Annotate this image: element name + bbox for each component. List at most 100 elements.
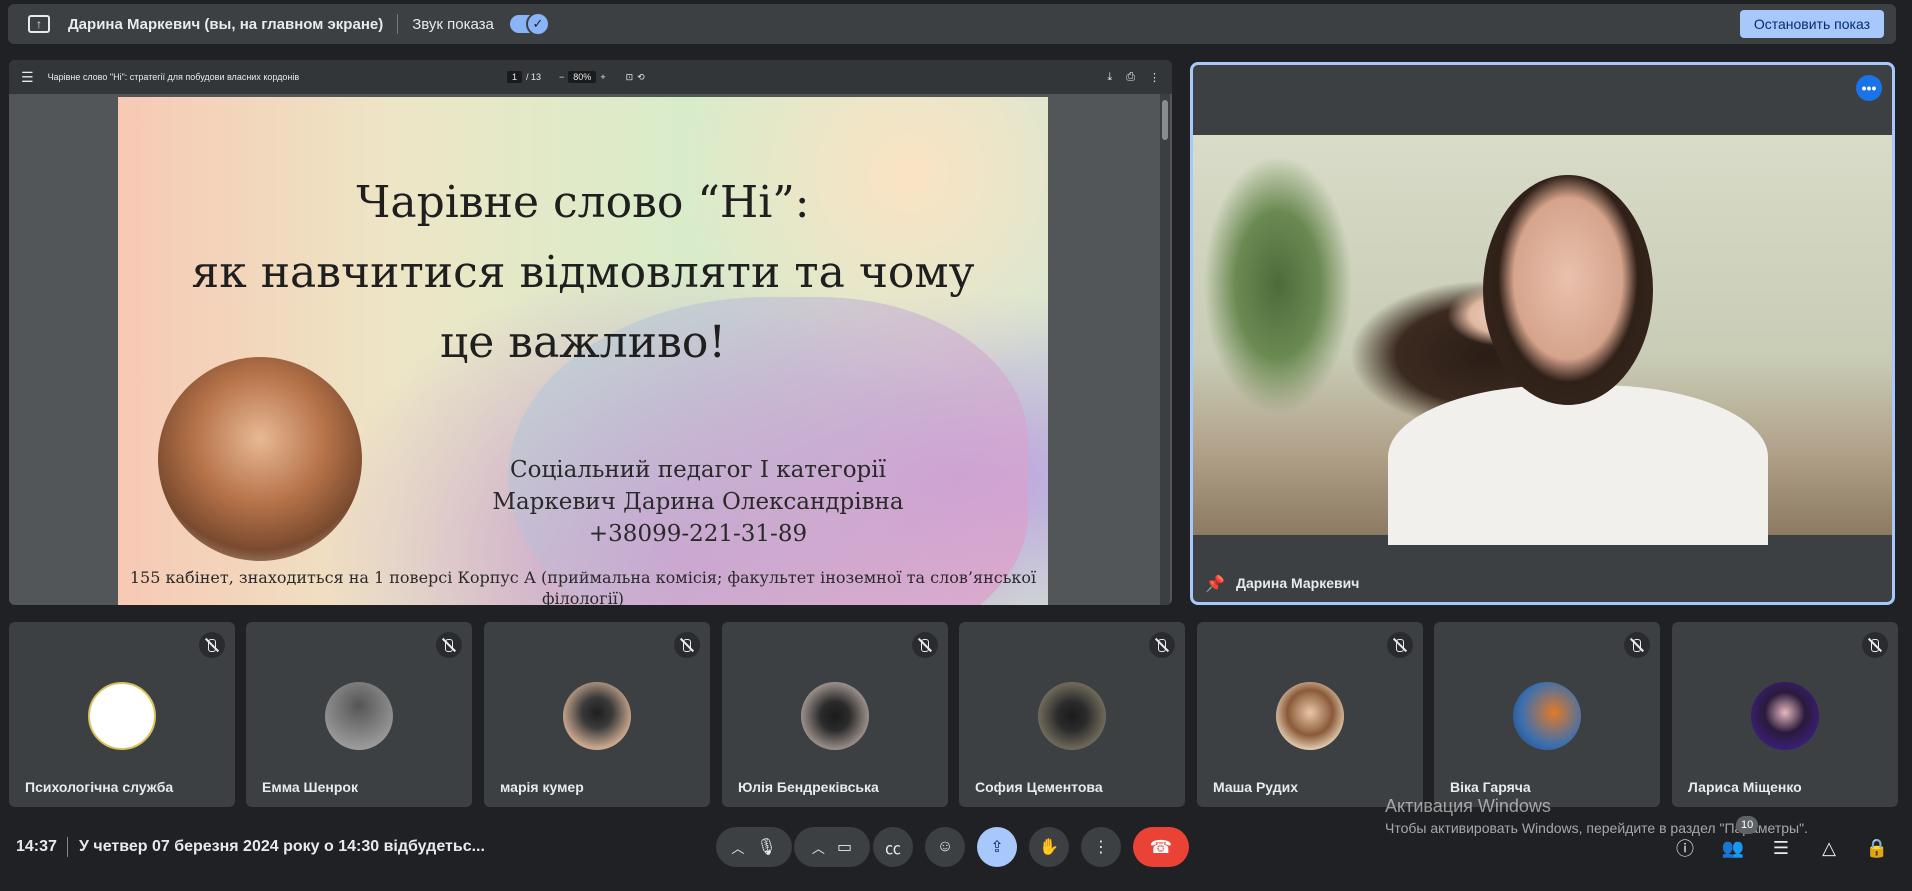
captions-icon: ㏄ bbox=[884, 841, 901, 858]
mic-off-icon bbox=[1862, 632, 1888, 658]
avatar bbox=[1751, 682, 1819, 750]
more-options-button[interactable]: ⋮ bbox=[1081, 827, 1121, 867]
speaker-name: Дарина Маркевич bbox=[1236, 575, 1360, 591]
slide-position: Соціальний педагог І категорії bbox=[510, 457, 886, 483]
share-audio-label: Звук показа bbox=[412, 15, 494, 33]
page-total: / 13 bbox=[526, 72, 542, 82]
stop-presenting-button[interactable]: Остановить показ bbox=[1739, 10, 1884, 38]
participant-tile[interactable]: София Цементова bbox=[959, 622, 1185, 807]
pdf-slide: Чарівне слово “Ні”: як навчитися відмовл… bbox=[118, 97, 1048, 605]
mic-off-icon bbox=[1387, 632, 1413, 658]
avatar bbox=[1038, 682, 1106, 750]
slide-title-line-1: Чарівне слово “Ні”: bbox=[356, 177, 810, 228]
divider bbox=[67, 837, 68, 857]
windows-activation-title: Активация Windows bbox=[1385, 796, 1551, 816]
screen-share-icon: ↑ bbox=[28, 15, 50, 33]
hang-up-icon: ☎ bbox=[1149, 836, 1173, 857]
shared-pdf-viewer: ☰ Чарівне слово "Ні": стратегії для побу… bbox=[9, 60, 1172, 605]
participant-tile[interactable]: Юлія Бендреківська bbox=[722, 622, 948, 807]
fit-page-icon[interactable]: ⊡ bbox=[626, 72, 634, 83]
participant-name: Емма Шенрок bbox=[262, 779, 358, 795]
zoom-out-icon[interactable]: − bbox=[559, 72, 564, 82]
participant-tile[interactable]: Емма Шенрок bbox=[246, 622, 472, 807]
scrollbar-thumb[interactable] bbox=[1162, 100, 1168, 140]
pdf-actions: ⤓ ⎙ ⋮ bbox=[1107, 71, 1160, 84]
meeting-title[interactable]: У четвер 07 березня 2024 року о 14:30 ві… bbox=[79, 838, 485, 856]
pdf-scrollbar[interactable] bbox=[1160, 94, 1170, 605]
chevron-up-icon[interactable]: ︿ bbox=[812, 838, 825, 857]
microphone-control[interactable]: ︿ 🎙 bbox=[716, 827, 792, 867]
camera-control[interactable]: ︿ ▭ bbox=[794, 827, 870, 867]
participant-name: Юлія Бендреківська bbox=[738, 779, 879, 795]
mic-off-icon bbox=[199, 632, 225, 658]
zoom-level[interactable]: 80% bbox=[568, 71, 597, 83]
chevron-up-icon[interactable]: ︿ bbox=[731, 838, 744, 857]
participant-name: марія кумер bbox=[500, 779, 584, 795]
more-vert-icon: ⋮ bbox=[1093, 839, 1109, 856]
present-screen-icon: ⇪ bbox=[990, 839, 1004, 856]
speaker-head bbox=[1483, 175, 1653, 405]
speaker-body bbox=[1388, 385, 1768, 545]
speaker-video bbox=[1193, 135, 1892, 545]
captions-button[interactable]: ㏄ bbox=[873, 827, 913, 867]
microphone-icon[interactable]: 🎙 bbox=[756, 837, 776, 857]
present-now-button[interactable]: ⇪ bbox=[977, 827, 1017, 867]
participant-tile[interactable]: Віка Гаряча bbox=[1434, 622, 1660, 807]
check-icon: ✓ bbox=[525, 12, 550, 36]
menu-icon[interactable]: ☰ bbox=[21, 69, 34, 86]
avatar bbox=[801, 682, 869, 750]
participant-tile[interactable]: Психологічна служба bbox=[9, 622, 235, 807]
background-plant bbox=[1203, 155, 1353, 415]
participant-tile[interactable]: Маша Рудих bbox=[1197, 622, 1423, 807]
camera-icon[interactable]: ▭ bbox=[837, 837, 852, 857]
meeting-info-icon[interactable]: ⓘ bbox=[1673, 836, 1697, 860]
more-options-icon[interactable]: ⋮ bbox=[1149, 71, 1160, 84]
more-options-button[interactable]: ••• bbox=[1856, 75, 1882, 101]
leave-call-button[interactable]: ☎ bbox=[1133, 827, 1189, 867]
share-audio-toggle[interactable]: ✓ bbox=[509, 12, 550, 36]
participant-name: София Цементова bbox=[975, 779, 1103, 795]
raise-hand-button[interactable]: ✋ bbox=[1029, 827, 1069, 867]
reactions-button[interactable]: ☺ bbox=[925, 827, 965, 867]
presenter-label: Дарина Маркевич (вы, на главном экране) bbox=[68, 15, 384, 33]
mic-off-icon bbox=[912, 632, 938, 658]
participant-tile[interactable]: Лариса Міщенко bbox=[1672, 622, 1898, 807]
download-icon[interactable]: ⤓ bbox=[1107, 71, 1112, 84]
pin-icon[interactable]: 📌 bbox=[1205, 574, 1225, 594]
avatar bbox=[325, 682, 393, 750]
page-number-input[interactable]: 1 bbox=[507, 71, 523, 83]
host-controls-icon[interactable]: 🔒 bbox=[1865, 836, 1889, 860]
avatar bbox=[563, 682, 631, 750]
zoom-in-icon[interactable]: + bbox=[600, 72, 605, 82]
print-icon[interactable]: ⎙ bbox=[1126, 71, 1135, 84]
emoji-icon: ☺ bbox=[936, 838, 954, 855]
mic-off-icon bbox=[436, 632, 462, 658]
mic-off-icon bbox=[674, 632, 700, 658]
mic-off-icon bbox=[1149, 632, 1175, 658]
pinned-speaker-tile[interactable]: ••• 📌 Дарина Маркевич bbox=[1190, 62, 1895, 605]
divider bbox=[397, 14, 399, 34]
slide-full-name: Маркевич Дарина Олександрівна bbox=[492, 489, 904, 515]
mic-off-icon bbox=[1624, 632, 1650, 658]
activities-icon[interactable]: △ bbox=[1817, 836, 1841, 860]
participant-name: Психологічна служба bbox=[25, 779, 174, 795]
rotate-icon[interactable]: ⟲ bbox=[637, 72, 645, 83]
participant-name: Маша Рудих bbox=[1213, 779, 1299, 795]
slide-title-line-2: як навчитися відмовляти та чому bbox=[191, 247, 975, 298]
pdf-document-title: Чарівне слово "Ні": стратегії для побудо… bbox=[47, 72, 300, 82]
people-icon[interactable]: 👥 bbox=[1721, 836, 1745, 860]
avatar bbox=[1513, 682, 1581, 750]
page-controls: 1 / 13 − 80% + ⊡ ⟲ bbox=[507, 71, 645, 83]
participant-tile[interactable]: марія кумер bbox=[484, 622, 710, 807]
hand-icon: ✋ bbox=[1039, 839, 1059, 856]
presentation-bar: ↑ Дарина Маркевич (вы, на главном экране… bbox=[8, 4, 1896, 44]
pdf-toolbar: ☰ Чарівне слово "Ні": стратегії для побу… bbox=[9, 60, 1172, 94]
meeting-clock: 14:37 bbox=[16, 838, 57, 855]
avatar bbox=[1276, 682, 1344, 750]
slide-location: 155 кабінет, знаходиться на 1 поверсі Ко… bbox=[129, 568, 1037, 605]
slide-phone: +38099-221-31-89 bbox=[588, 521, 808, 547]
presenter-photo bbox=[158, 357, 362, 561]
participants-count-badge: 10 bbox=[1736, 816, 1759, 834]
chat-icon[interactable]: ☰ bbox=[1769, 836, 1793, 860]
participant-name: Віка Гаряча bbox=[1450, 779, 1531, 795]
